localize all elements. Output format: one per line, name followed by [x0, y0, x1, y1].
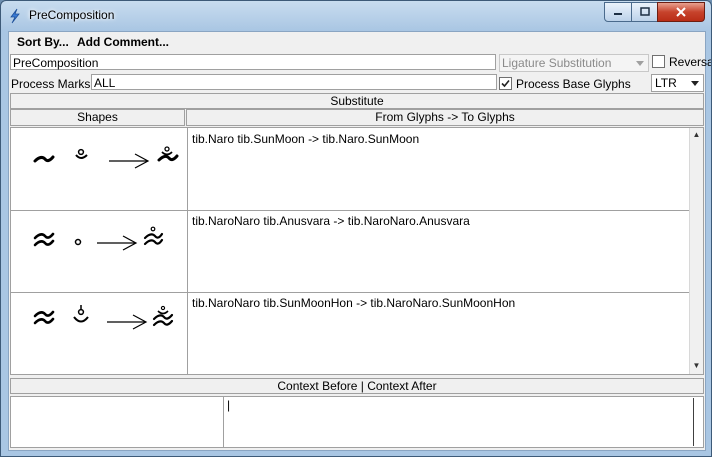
- close-icon: [676, 7, 686, 17]
- rule-text: tib.NaroNaro tib.Anusvara -> tib.NaroNar…: [192, 214, 470, 228]
- scroll-down-arrow-icon[interactable]: ▼: [692, 361, 701, 370]
- rule-text: tib.NaroNaro tib.SunMoonHon -> tib.NaroN…: [192, 296, 516, 310]
- lookup-name-field[interactable]: PreComposition: [10, 54, 496, 70]
- process-base-glyphs-label: Process Base Glyphs: [516, 77, 631, 91]
- shapes-column-header[interactable]: Shapes: [10, 109, 185, 126]
- shape-cell: [11, 210, 188, 292]
- checkmark-icon: [501, 79, 510, 88]
- direction-value: LTR: [655, 76, 677, 90]
- direction-select[interactable]: LTR: [651, 74, 704, 92]
- table-row[interactable]: tib.Naro tib.SunMoon -> tib.Naro.SunMoon: [11, 128, 691, 211]
- shape-cell: [11, 292, 188, 374]
- process-marks-field[interactable]: ALL: [91, 74, 497, 90]
- table-row[interactable]: tib.NaroNaro tib.SunMoonHon -> tib.NaroN…: [11, 292, 691, 374]
- context-header: Context Before | Context After: [10, 378, 704, 394]
- table-row[interactable]: tib.NaroNaro tib.Anusvara -> tib.NaroNar…: [11, 210, 691, 293]
- glyph-preview: [33, 305, 174, 330]
- scroll-up-arrow-icon[interactable]: ▲: [692, 130, 701, 139]
- reversal-label: Reversal: [669, 55, 712, 69]
- reversal-checkbox[interactable]: [652, 55, 665, 68]
- window-title: PreComposition: [29, 8, 115, 22]
- process-marks-label: Process Marks:: [11, 77, 94, 91]
- lookup-type-select: Ligature Substitution: [499, 54, 649, 72]
- rule-text: tib.Naro tib.SunMoon -> tib.Naro.SunMoon: [192, 132, 420, 146]
- chevron-down-icon: [633, 56, 647, 70]
- maximize-icon: [639, 7, 650, 16]
- minimize-icon: [614, 13, 622, 15]
- maximize-button[interactable]: [631, 2, 658, 22]
- context-area: |: [10, 396, 704, 448]
- lookup-type-value: Ligature Substitution: [502, 56, 612, 70]
- app-window: PreComposition Sort By... Add Comment...…: [0, 0, 712, 457]
- shape-cell: [11, 128, 188, 210]
- mapping-column-header[interactable]: From Glyphs -> To Glyphs: [186, 109, 704, 126]
- chevron-down-icon: [688, 76, 702, 90]
- menu-sort-by[interactable]: Sort By...: [17, 35, 69, 49]
- minimize-button[interactable]: [604, 2, 632, 22]
- grid-scrollbar[interactable]: ▲ ▼: [689, 128, 703, 374]
- client-area: Sort By... Add Comment... PreComposition…: [8, 31, 711, 451]
- process-base-glyphs-checkbox[interactable]: [499, 77, 512, 90]
- menu-add-comment[interactable]: Add Comment...: [77, 35, 169, 49]
- context-after-field[interactable]: |: [227, 398, 694, 446]
- glyph-preview: [33, 226, 164, 251]
- title-bar[interactable]: PreComposition: [1, 1, 711, 31]
- substitute-header: Substitute: [10, 93, 704, 109]
- close-button[interactable]: [657, 2, 705, 22]
- glyph-preview: [33, 146, 179, 169]
- substitution-grid: tib.Naro tib.SunMoon -> tib.Naro.SunMoon: [10, 127, 704, 375]
- lightning-icon: [10, 8, 20, 24]
- context-before-field[interactable]: [11, 397, 224, 447]
- menu-bar: Sort By... Add Comment...: [9, 32, 705, 52]
